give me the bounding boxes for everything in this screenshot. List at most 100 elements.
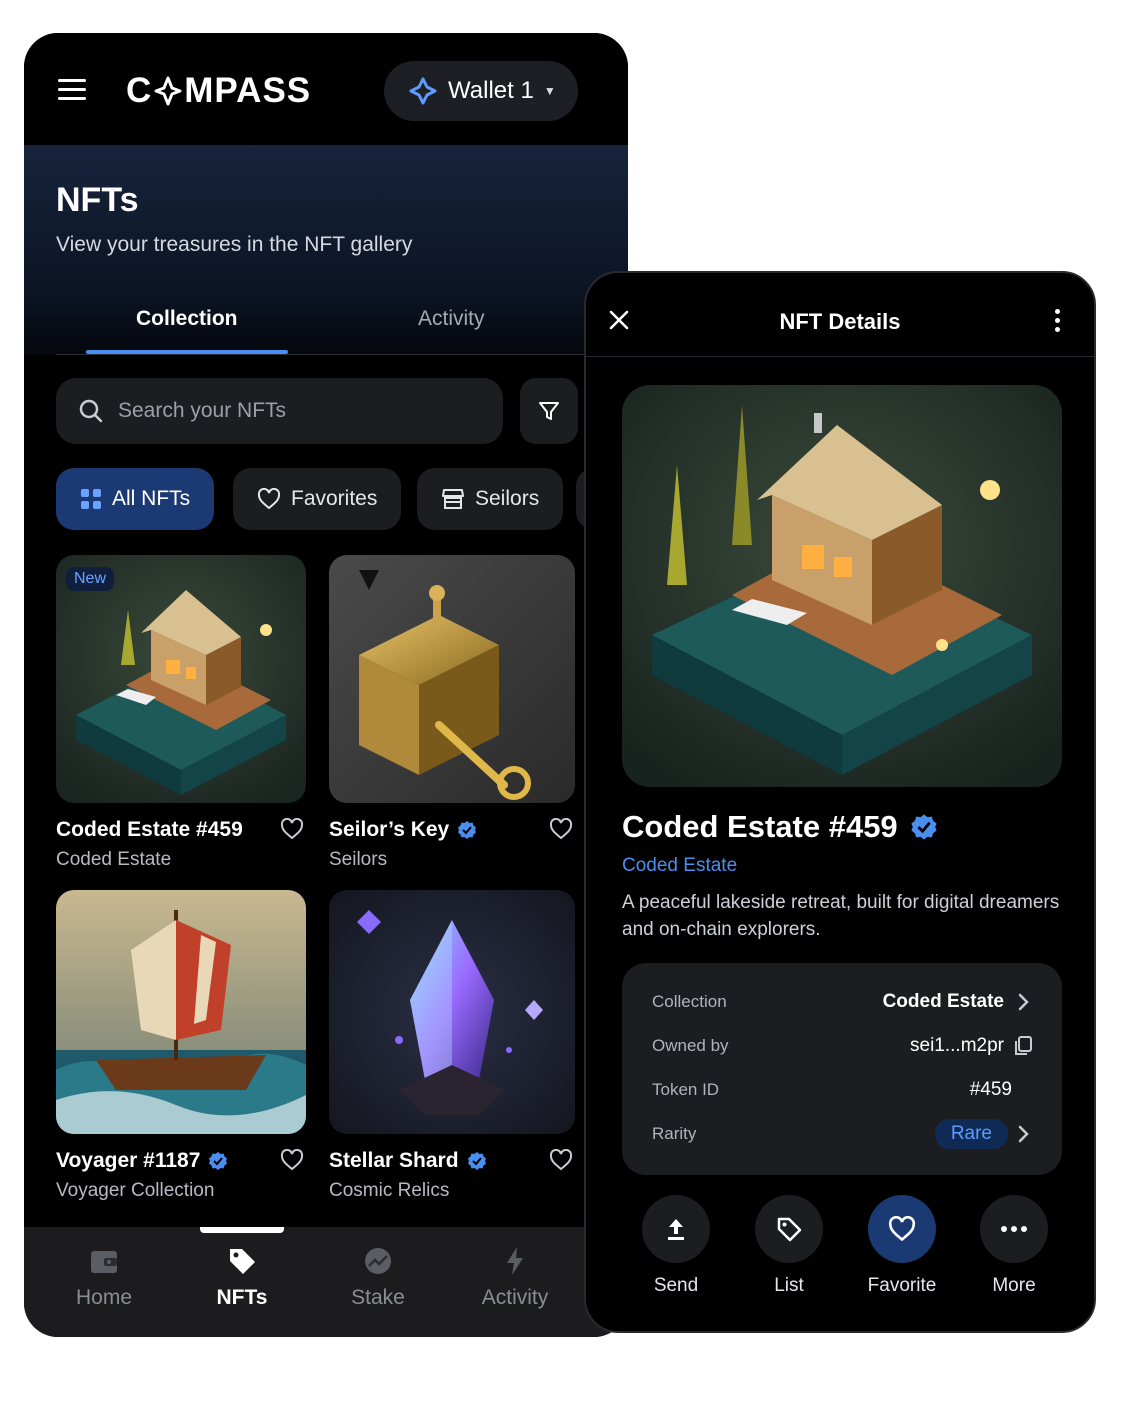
tag-icon bbox=[230, 1249, 255, 1274]
upload-icon bbox=[668, 1219, 684, 1240]
details-title: NFT Details bbox=[779, 309, 901, 334]
nav-stake[interactable]: Stake bbox=[318, 1245, 438, 1310]
nft-hero-image bbox=[622, 385, 1062, 787]
nft-card[interactable]: Stellar Shard Cosmic Relics bbox=[329, 890, 575, 1202]
info-row-owner: Owned by sei1...m2pr bbox=[652, 1031, 1034, 1061]
verified-badge-icon bbox=[911, 814, 937, 840]
nav-label: Activity bbox=[481, 1286, 549, 1309]
new-badge: New bbox=[66, 567, 115, 591]
nft-card[interactable]: Voyager #1187 Voyager Collection bbox=[56, 890, 306, 1202]
info-key: Owned by bbox=[652, 1036, 729, 1055]
grid-icon bbox=[81, 489, 101, 509]
nft-collection: Coded Estate bbox=[56, 849, 172, 870]
nav-label: NFTs bbox=[216, 1286, 268, 1309]
nav-activity[interactable]: Activity bbox=[455, 1245, 575, 1310]
info-key: Collection bbox=[652, 992, 727, 1011]
page-subtitle: View your treasures in the NFT gallery bbox=[56, 233, 413, 256]
heart-icon[interactable] bbox=[549, 818, 573, 840]
filter-button[interactable] bbox=[520, 378, 578, 444]
info-key: Rarity bbox=[652, 1124, 697, 1143]
action-label: Send bbox=[653, 1275, 699, 1296]
heart-icon[interactable] bbox=[280, 1149, 304, 1171]
nft-collection: Voyager Collection bbox=[56, 1180, 215, 1201]
nft-gallery-screen: C MPASS Wallet 1 ▼ NFTs View your treasu… bbox=[24, 33, 628, 1337]
wallet-label: Wallet 1 bbox=[448, 77, 534, 104]
search-input[interactable] bbox=[118, 399, 458, 423]
storefront-icon bbox=[442, 489, 464, 509]
lightning-icon bbox=[507, 1247, 523, 1275]
tab-bar: Collection Activity bbox=[56, 291, 628, 355]
verified-badge-icon bbox=[467, 1152, 486, 1170]
active-tab-indicator bbox=[86, 350, 288, 354]
action-label: More bbox=[992, 1275, 1036, 1296]
more-horizontal-icon bbox=[1001, 1226, 1027, 1232]
nft-title: Seilor’s Key bbox=[329, 818, 450, 841]
nav-home[interactable]: Home bbox=[44, 1245, 164, 1310]
info-row-collection[interactable]: Collection Coded Estate bbox=[652, 987, 1034, 1017]
nft-card[interactable]: Seilor’s Key Seilors bbox=[329, 555, 575, 871]
nft-collection: Cosmic Relics bbox=[329, 1180, 450, 1201]
nft-card[interactable]: New Coded Estate #459 Coded Estate bbox=[56, 555, 306, 871]
chip-label: All NFTs bbox=[112, 487, 191, 510]
tag-icon bbox=[777, 1217, 802, 1242]
info-row-rarity[interactable]: Rarity Rare bbox=[652, 1119, 1034, 1149]
nav-label: Stake bbox=[351, 1286, 405, 1309]
page-title: NFTs bbox=[56, 181, 139, 219]
list-button[interactable]: List bbox=[739, 1195, 839, 1297]
info-value: Coded Estate bbox=[882, 991, 1004, 1012]
tab-collection[interactable]: Collection bbox=[136, 307, 238, 331]
more-options-icon[interactable] bbox=[1055, 309, 1060, 336]
verified-badge-icon bbox=[209, 1152, 228, 1170]
nft-thumbnail bbox=[56, 890, 306, 1134]
nft-title: Coded Estate #459 bbox=[56, 818, 243, 841]
details-header: NFT Details bbox=[586, 273, 1094, 357]
nft-name: Coded Estate #459 bbox=[622, 809, 938, 845]
search-bar[interactable] bbox=[56, 378, 503, 444]
chip-label: Seilors bbox=[475, 487, 540, 510]
nav-label: Home bbox=[75, 1286, 133, 1309]
send-button[interactable]: Send bbox=[626, 1195, 726, 1297]
heart-icon[interactable] bbox=[280, 818, 304, 840]
nft-thumbnail bbox=[329, 890, 575, 1134]
wallet-compass-icon bbox=[409, 77, 437, 105]
chevron-right-icon bbox=[1018, 993, 1029, 1011]
compass-logo: C MPASS bbox=[126, 71, 311, 111]
hamburger-menu-icon[interactable] bbox=[58, 79, 86, 101]
nft-name-text: Coded Estate #459 bbox=[622, 809, 898, 844]
heart-icon bbox=[257, 488, 281, 510]
verified-badge-icon bbox=[458, 821, 477, 839]
info-value: sei1...m2pr bbox=[910, 1035, 1004, 1056]
heart-icon[interactable] bbox=[549, 1149, 573, 1171]
tab-activity[interactable]: Activity bbox=[418, 307, 485, 331]
bottom-navigation: Home NFTs Stake Activity bbox=[24, 1227, 628, 1337]
filter-icon bbox=[539, 402, 559, 420]
chip-all-nfts[interactable]: All NFTs bbox=[56, 468, 215, 530]
nft-title: Voyager #1187 bbox=[56, 1149, 201, 1172]
copy-icon[interactable] bbox=[1012, 1035, 1034, 1057]
stake-chart-icon bbox=[365, 1248, 391, 1274]
info-key: Token ID bbox=[652, 1080, 720, 1099]
chip-label: Favorites bbox=[291, 487, 378, 510]
nft-details-screen: NFT Details Coded Estate #459 Coded Esta… bbox=[584, 271, 1096, 1333]
chip-favorites[interactable]: Favorites bbox=[233, 468, 402, 530]
logo-text-left: C bbox=[126, 71, 153, 110]
chip-seilors[interactable]: Seilors bbox=[417, 468, 564, 530]
top-bar: C MPASS Wallet 1 ▼ bbox=[24, 33, 628, 145]
wallet-selector[interactable]: Wallet 1 ▼ bbox=[384, 61, 578, 121]
logo-text-right: MPASS bbox=[184, 71, 312, 110]
nav-nfts[interactable]: NFTs bbox=[182, 1245, 302, 1310]
more-button[interactable]: More bbox=[964, 1195, 1064, 1297]
nft-title: Stellar Shard bbox=[329, 1149, 459, 1172]
chevron-down-icon: ▼ bbox=[543, 84, 556, 98]
collection-link[interactable]: Coded Estate bbox=[622, 855, 737, 877]
nft-description: A peaceful lakeside retreat, built for d… bbox=[622, 892, 1060, 940]
search-icon bbox=[79, 399, 103, 423]
active-nav-indicator bbox=[200, 1227, 284, 1233]
info-value: #459 bbox=[969, 1079, 1012, 1100]
nft-info-panel: Collection Coded Estate Owned by sei1...… bbox=[622, 963, 1062, 1175]
action-label: List bbox=[774, 1275, 804, 1296]
wallet-icon bbox=[91, 1251, 117, 1273]
nft-collection: Seilors bbox=[329, 849, 388, 870]
favorite-button[interactable]: Favorite bbox=[852, 1195, 952, 1297]
rarity-badge: Rare bbox=[934, 1119, 1008, 1149]
